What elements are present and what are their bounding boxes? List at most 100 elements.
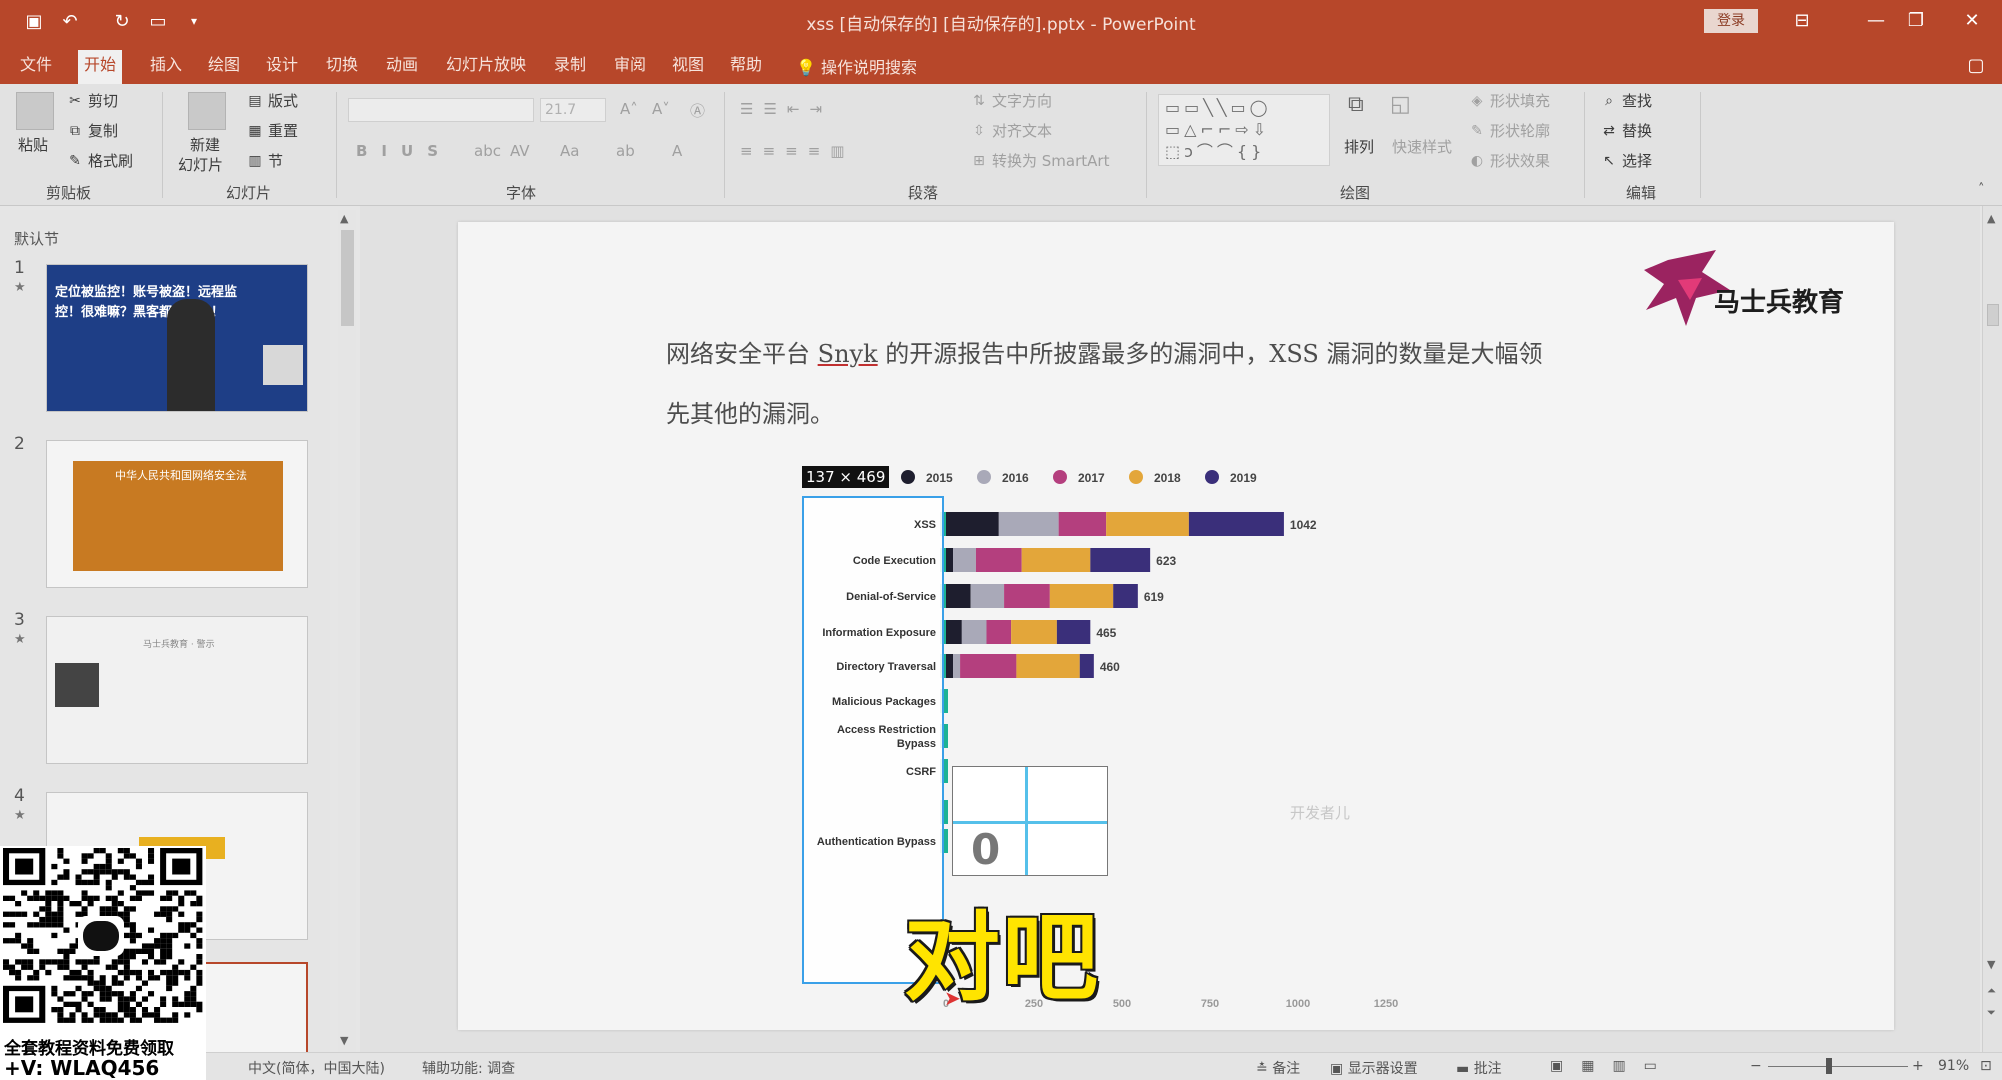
copy-button[interactable]: ⧉ 复制	[66, 120, 118, 141]
arrange-icon[interactable]: ⧉	[1348, 92, 1364, 117]
arrange-button[interactable]: 排列	[1344, 136, 1374, 157]
smartart-button[interactable]: ⊞ 转换为 SmartArt	[970, 150, 1109, 171]
login-button[interactable]: 登录	[1704, 9, 1758, 33]
qr-module	[178, 901, 185, 907]
quick-styles-button[interactable]: 快速样式	[1392, 136, 1452, 157]
redo-icon[interactable]: ↻	[108, 8, 136, 34]
scroll-up-icon[interactable]: ▲	[340, 212, 348, 225]
display-settings-button[interactable]: ▣ 显示器设置	[1330, 1058, 1418, 1078]
customize-qat-icon[interactable]: ▾	[180, 8, 208, 34]
new-slide-icon[interactable]	[188, 92, 226, 130]
thumbnail-scroll-thumb[interactable]	[341, 230, 354, 326]
char-spacing-icon[interactable]: AV	[510, 142, 530, 160]
tab-home[interactable]: 开始	[78, 50, 123, 84]
scroll-down-icon[interactable]: ▼	[1987, 958, 1995, 971]
slide-body-line-2[interactable]: 先其他的漏洞。	[666, 394, 1566, 429]
tab-help[interactable]: 帮助	[724, 50, 768, 84]
prev-slide-icon[interactable]: ⏶	[1987, 984, 1996, 998]
collapse-ribbon-icon[interactable]: ˄	[1978, 182, 1985, 197]
align-text-button[interactable]: ⇳ 对齐文本	[970, 120, 1052, 141]
font-name-box[interactable]	[348, 98, 534, 122]
replace-button[interactable]: ⇄ 替换	[1600, 120, 1652, 141]
slide-body-line-1[interactable]: 网络安全平台 Snyk 的开源报告中所披露最多的漏洞中，XSS 漏洞的数量是大幅…	[666, 334, 1566, 369]
restore-icon[interactable]: ❐	[1894, 6, 1938, 36]
tab-transitions[interactable]: 切换	[320, 50, 364, 84]
font-color-icon[interactable]: A	[672, 142, 682, 160]
tab-slideshow[interactable]: 幻灯片放映	[440, 50, 532, 84]
shapes-gallery[interactable]: ▭▭╲╲▭◯ ▭△⌐⌐⇨⇩ ⬚ↄ⌒⌒{}	[1158, 94, 1330, 166]
find-button[interactable]: ⌕ 查找	[1600, 90, 1652, 111]
fit-to-window-icon[interactable]: ⊡	[1980, 1058, 1992, 1074]
next-slide-icon[interactable]: ⏷	[1987, 1006, 1996, 1020]
new-slide-label-1[interactable]: 新建	[190, 134, 220, 155]
text-direction-button[interactable]: ⇅ 文字方向	[970, 90, 1052, 111]
comments-button[interactable]: ▬ 批注	[1456, 1058, 1502, 1078]
zoom-slider-handle[interactable]	[1826, 1058, 1832, 1074]
section-header[interactable]: 默认节	[14, 228, 59, 249]
slide-thumbnail[interactable]: 马士兵教育 · 警示	[46, 616, 308, 764]
cut-button[interactable]: ✂ 剪切	[66, 90, 118, 111]
tab-animations[interactable]: 动画	[380, 50, 424, 84]
scroll-down-icon[interactable]: ▼	[340, 1034, 348, 1047]
minimize-icon[interactable]: —	[1854, 6, 1898, 36]
language-status[interactable]: 中文(简体，中国大陆)	[248, 1058, 385, 1078]
shape-fill-button[interactable]: ◈ 形状填充	[1468, 90, 1550, 111]
qr-module	[129, 885, 136, 891]
qr-module	[129, 1012, 136, 1018]
notes-button[interactable]: ≛ 备注	[1256, 1058, 1300, 1078]
tab-design[interactable]: 设计	[260, 50, 304, 84]
qr-module	[3, 938, 10, 944]
thumbnail-scrollbar[interactable]	[338, 210, 356, 1052]
ribbon-display-icon[interactable]: ⊟	[1780, 6, 1824, 36]
font-style-icons[interactable]: BIUS	[356, 142, 452, 160]
shape-effects-button[interactable]: ◐ 形状效果	[1468, 150, 1550, 171]
accessibility-status[interactable]: 辅助功能: 调查	[422, 1058, 515, 1078]
tab-draw[interactable]: 绘图	[202, 50, 246, 84]
clear-format-icon[interactable]: Ⓐ	[690, 100, 705, 121]
paste-icon[interactable]	[16, 92, 54, 130]
strikethrough-icon[interactable]: abc	[474, 142, 501, 160]
align-icons[interactable]: ≡≡≡≡▥	[740, 142, 854, 160]
save-icon[interactable]: ▣	[20, 8, 48, 34]
qr-module	[63, 948, 70, 954]
canvas-scrollbar[interactable]: ▲ ▼ ⏶ ⏷	[1982, 206, 2002, 1052]
layout-button[interactable]: ▤ 版式	[246, 90, 298, 111]
present-icon[interactable]: ▭	[144, 8, 172, 34]
zoom-slider[interactable]	[1768, 1066, 1908, 1067]
undo-icon[interactable]: ↶	[56, 8, 84, 34]
new-slide-label-2[interactable]: 幻灯片	[178, 154, 223, 175]
slide-thumbnail[interactable]: 中华人民共和国网络安全法	[46, 440, 308, 588]
qr-module	[51, 890, 58, 896]
tab-review[interactable]: 审阅	[608, 50, 652, 84]
highlight-icon[interactable]: ab	[616, 142, 635, 160]
tab-view[interactable]: 视图	[666, 50, 710, 84]
reset-button[interactable]: ▦ 重置	[246, 120, 298, 141]
tell-me-search[interactable]: 💡 操作说明搜索	[796, 54, 917, 78]
comments-icon[interactable]: ▢	[1962, 52, 1990, 78]
tab-insert[interactable]: 插入	[144, 50, 188, 84]
font-size-box[interactable]: 21.7	[540, 98, 606, 122]
paste-button[interactable]: 粘贴	[18, 134, 48, 155]
tab-record[interactable]: 录制	[548, 50, 592, 84]
close-icon[interactable]: ✕	[1950, 6, 1994, 36]
list-icons[interactable]: ☰☰⇤⇥	[740, 100, 832, 118]
select-button[interactable]: ↖ 选择	[1600, 150, 1652, 171]
canvas-scroll-thumb[interactable]	[1987, 304, 1999, 326]
view-buttons[interactable]: ▣▦▥▭	[1550, 1058, 1675, 1074]
qr-module	[69, 975, 76, 981]
shrink-font-icon[interactable]: A˅	[652, 100, 670, 118]
format-painter-button[interactable]: ✎ 格式刷	[66, 150, 133, 171]
scroll-up-icon[interactable]: ▲	[1987, 212, 1995, 225]
section-button[interactable]: ▥ 节	[246, 150, 283, 171]
zoom-level[interactable]: 91%	[1938, 1058, 1969, 1074]
quick-styles-icon[interactable]: ◱	[1390, 92, 1411, 117]
zoom-out-icon[interactable]: −	[1750, 1058, 1762, 1074]
current-slide[interactable]: 网络安全平台 Snyk 的开源报告中所披露最多的漏洞中，XSS 漏洞的数量是大幅…	[458, 222, 1894, 1030]
grow-font-icon[interactable]: A˄	[620, 100, 638, 118]
tab-file[interactable]: 文件	[14, 50, 58, 84]
change-case-icon[interactable]: Aa	[560, 142, 579, 160]
qr-module	[93, 869, 100, 875]
slide-thumbnail[interactable]: 定位被监控！账号被盗！远程监控！很难嘛？黑客都杀疯了！	[46, 264, 308, 412]
zoom-in-icon[interactable]: +	[1912, 1058, 1924, 1074]
shape-outline-button[interactable]: ✎ 形状轮廓	[1468, 120, 1550, 141]
